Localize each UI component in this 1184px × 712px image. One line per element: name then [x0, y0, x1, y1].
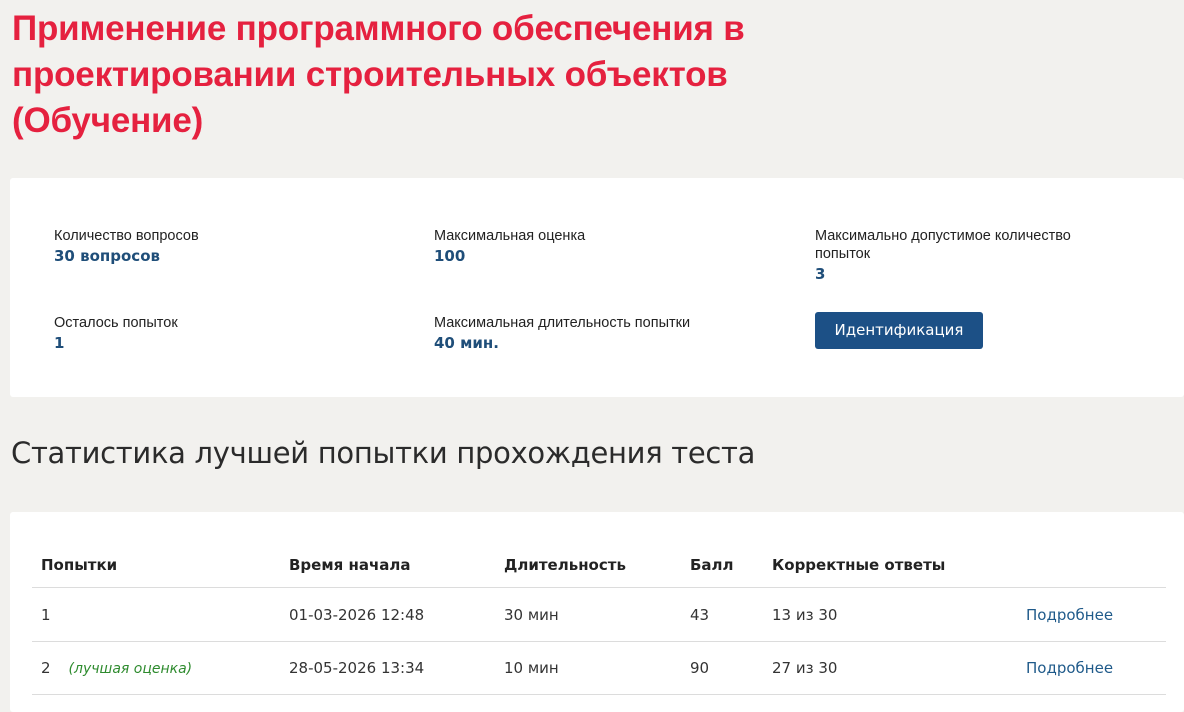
column-correct: Корректные ответы [772, 556, 946, 574]
start-time-cell: 01-03-2026 12:48 [289, 606, 425, 624]
attempt-number-text: 1 [41, 606, 51, 624]
max-score-value: 100 [434, 247, 466, 265]
questions-count-label: Количество вопросов [54, 228, 199, 244]
stats-table: Попытки Время начала Длительность Балл К… [10, 512, 1184, 712]
questions-count: Количество вопросов 30 вопросов [54, 227, 199, 266]
table-row: 2 (лучшая оценка) 28-05-2026 13:34 10 мин… [32, 642, 1166, 695]
max-score-label: Максимальная оценка [434, 228, 586, 244]
table-header: Попытки Время начала Длительность Балл К… [32, 556, 1166, 588]
page-title: Применение программного обеспечения в пр… [12, 9, 745, 140]
column-attempts: Попытки [41, 556, 118, 574]
remaining-attempts: Осталось попыток 1 [54, 314, 178, 353]
correct-cell: 13 из 30 [772, 606, 838, 624]
duration-cell: 30 мин [504, 606, 559, 624]
max-duration-label: Максимальная длительность попытки [434, 315, 691, 331]
remaining-attempts-value: 1 [54, 334, 65, 352]
max-attempts-label: Максимально допустимое количество попыто… [815, 228, 1071, 262]
questions-count-value: 30 вопросов [54, 247, 160, 265]
max-attempts-value: 3 [815, 265, 826, 283]
remaining-attempts-label: Осталось попыток [54, 315, 178, 331]
attempt-number: 1 [41, 606, 51, 624]
start-time-cell: 28-05-2026 13:34 [289, 659, 425, 677]
details-link[interactable]: Подробнее [1026, 606, 1113, 624]
max-duration: Максимальная длительность попытки 40 мин… [434, 314, 690, 353]
table-row: 1 01-03-2026 12:48 30 мин 43 13 из 30 По… [32, 589, 1166, 642]
correct-cell: 27 из 30 [772, 659, 838, 677]
attempt-number-text: 2 [41, 659, 51, 677]
attempt-number: 2 (лучшая оценка) [41, 659, 192, 677]
best-score-label: (лучшая оценка) [68, 661, 193, 677]
test-info-card: Количество вопросов 30 вопросов Максимал… [10, 178, 1184, 397]
details-link[interactable]: Подробнее [1026, 659, 1113, 677]
score-cell: 43 [690, 606, 710, 624]
max-score: Максимальная оценка 100 [434, 227, 585, 266]
column-duration: Длительность [504, 556, 626, 574]
duration-cell: 10 мин [504, 659, 559, 677]
max-duration-value: 40 мин. [434, 334, 499, 352]
max-attempts: Максимально допустимое количество попыто… [815, 227, 1115, 284]
score-cell: 90 [690, 659, 710, 677]
column-start-time: Время начала [289, 556, 411, 574]
stats-section-title: Статистика лучшей попытки прохождения те… [11, 436, 756, 470]
identification-button[interactable]: Идентификация [815, 312, 983, 349]
column-score: Балл [690, 556, 734, 574]
